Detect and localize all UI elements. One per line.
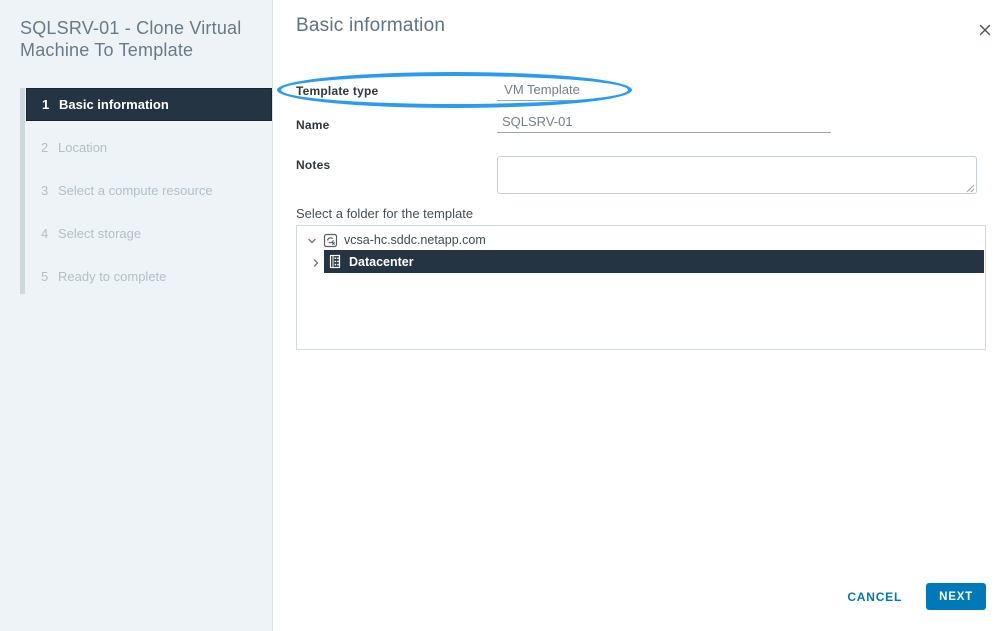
next-button[interactable]: NEXT: [926, 583, 986, 610]
vcenter-server-icon: [323, 233, 338, 248]
chevron-down-icon[interactable]: [306, 234, 318, 246]
step-number: 5: [41, 269, 49, 284]
sidebar-step-location: 2 Location: [26, 131, 272, 164]
step-label: Ready to complete: [58, 269, 167, 284]
step-number: 2: [41, 140, 49, 155]
notes-textarea[interactable]: [497, 156, 977, 194]
notes-label: Notes: [296, 158, 331, 172]
folder-section-label: Select a folder for the template: [296, 206, 474, 221]
step-label: Basic information: [59, 97, 169, 112]
wizard-title: SQLSRV-01 - Clone Virtual Machine To Tem…: [20, 18, 242, 60]
wizard-footer: CANCEL NEXT: [847, 583, 986, 610]
step-number: 3: [41, 183, 49, 198]
name-label: Name: [296, 118, 330, 132]
tree-item-label: Datacenter: [349, 254, 414, 269]
page-title: Basic information: [296, 15, 446, 36]
close-icon[interactable]: [977, 22, 993, 38]
step-label: Select storage: [58, 226, 142, 241]
step-label: Select a compute resource: [58, 183, 213, 198]
sidebar-step-basic-information[interactable]: 1 Basic information: [26, 88, 272, 121]
datacenter-icon: [328, 254, 343, 269]
textarea-resize-handle[interactable]: [966, 184, 975, 193]
cancel-button[interactable]: CANCEL: [847, 590, 902, 604]
sidebar-step-ready-to-complete: 5 Ready to complete: [26, 260, 272, 293]
clone-vm-wizard-dialog: SQLSRV-01 - Clone Virtual Machine To Tem…: [0, 0, 1008, 631]
folder-tree: vcsa-hc.sddc.netapp.com Datacenter: [296, 225, 986, 350]
step-number: 4: [41, 226, 49, 241]
sidebar-step-select-storage: 4 Select storage: [26, 217, 272, 250]
wizard-sidebar: SQLSRV-01 - Clone Virtual Machine To Tem…: [0, 0, 273, 631]
tree-row-vcenter[interactable]: vcsa-hc.sddc.netapp.com: [297, 229, 985, 251]
step-number: 1: [42, 97, 50, 112]
tree-item-label: vcsa-hc.sddc.netapp.com: [344, 233, 486, 247]
template-type-select[interactable]: VM Template: [497, 82, 587, 101]
steps-progress-bar: [20, 88, 25, 294]
name-input[interactable]: SQLSRV-01: [497, 114, 831, 133]
sidebar-step-select-compute-resource: 3 Select a compute resource: [26, 174, 272, 207]
template-type-label: Template type: [296, 84, 379, 98]
step-label: Location: [58, 140, 108, 155]
chevron-right-icon[interactable]: [310, 256, 322, 268]
tree-row-datacenter[interactable]: Datacenter: [324, 250, 984, 273]
